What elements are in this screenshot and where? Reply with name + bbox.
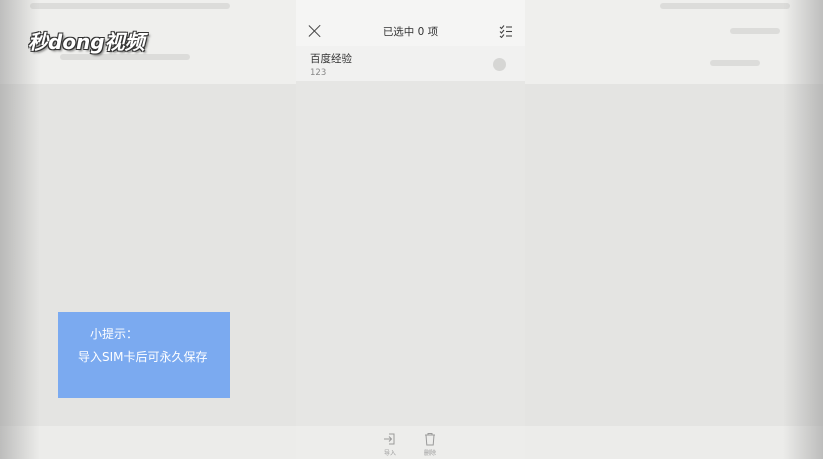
contact-name: 百度经验 (310, 53, 352, 65)
bottom-action-bar: 导入 删除 (296, 426, 525, 459)
delete-button[interactable]: 删除 (415, 432, 445, 457)
background-edge-shadow (0, 0, 40, 459)
watermark-logo: 秒dong视频 (28, 30, 145, 54)
tip-title: 小提示： (90, 327, 139, 341)
contact-select-radio[interactable] (493, 58, 506, 71)
background-ghost-text (660, 3, 790, 9)
background-ghost-text (730, 28, 780, 34)
background-edge-shadow (783, 0, 823, 459)
select-all-icon[interactable] (499, 24, 513, 38)
background-ghost-text (710, 60, 760, 66)
selection-title: 已选中 0 项 (382, 26, 439, 38)
phone-screen: 已选中 0 项 百度经验 123 导入 删除 (296, 0, 525, 459)
delete-label: 删除 (423, 450, 436, 457)
tip-text: 导入SIM卡后可永久保存 (78, 350, 208, 364)
delete-icon (425, 433, 435, 446)
selection-header: 已选中 0 项 (296, 0, 525, 46)
contact-number: 123 (310, 68, 327, 78)
background-ghost-text (30, 3, 230, 9)
import-button[interactable]: 导入 (375, 432, 405, 457)
list-item[interactable]: 百度经验 123 (296, 46, 525, 81)
import-icon (384, 433, 395, 445)
import-label: 导入 (383, 450, 396, 457)
tip-box: 小提示： 导入SIM卡后可永久保存 (58, 312, 230, 398)
